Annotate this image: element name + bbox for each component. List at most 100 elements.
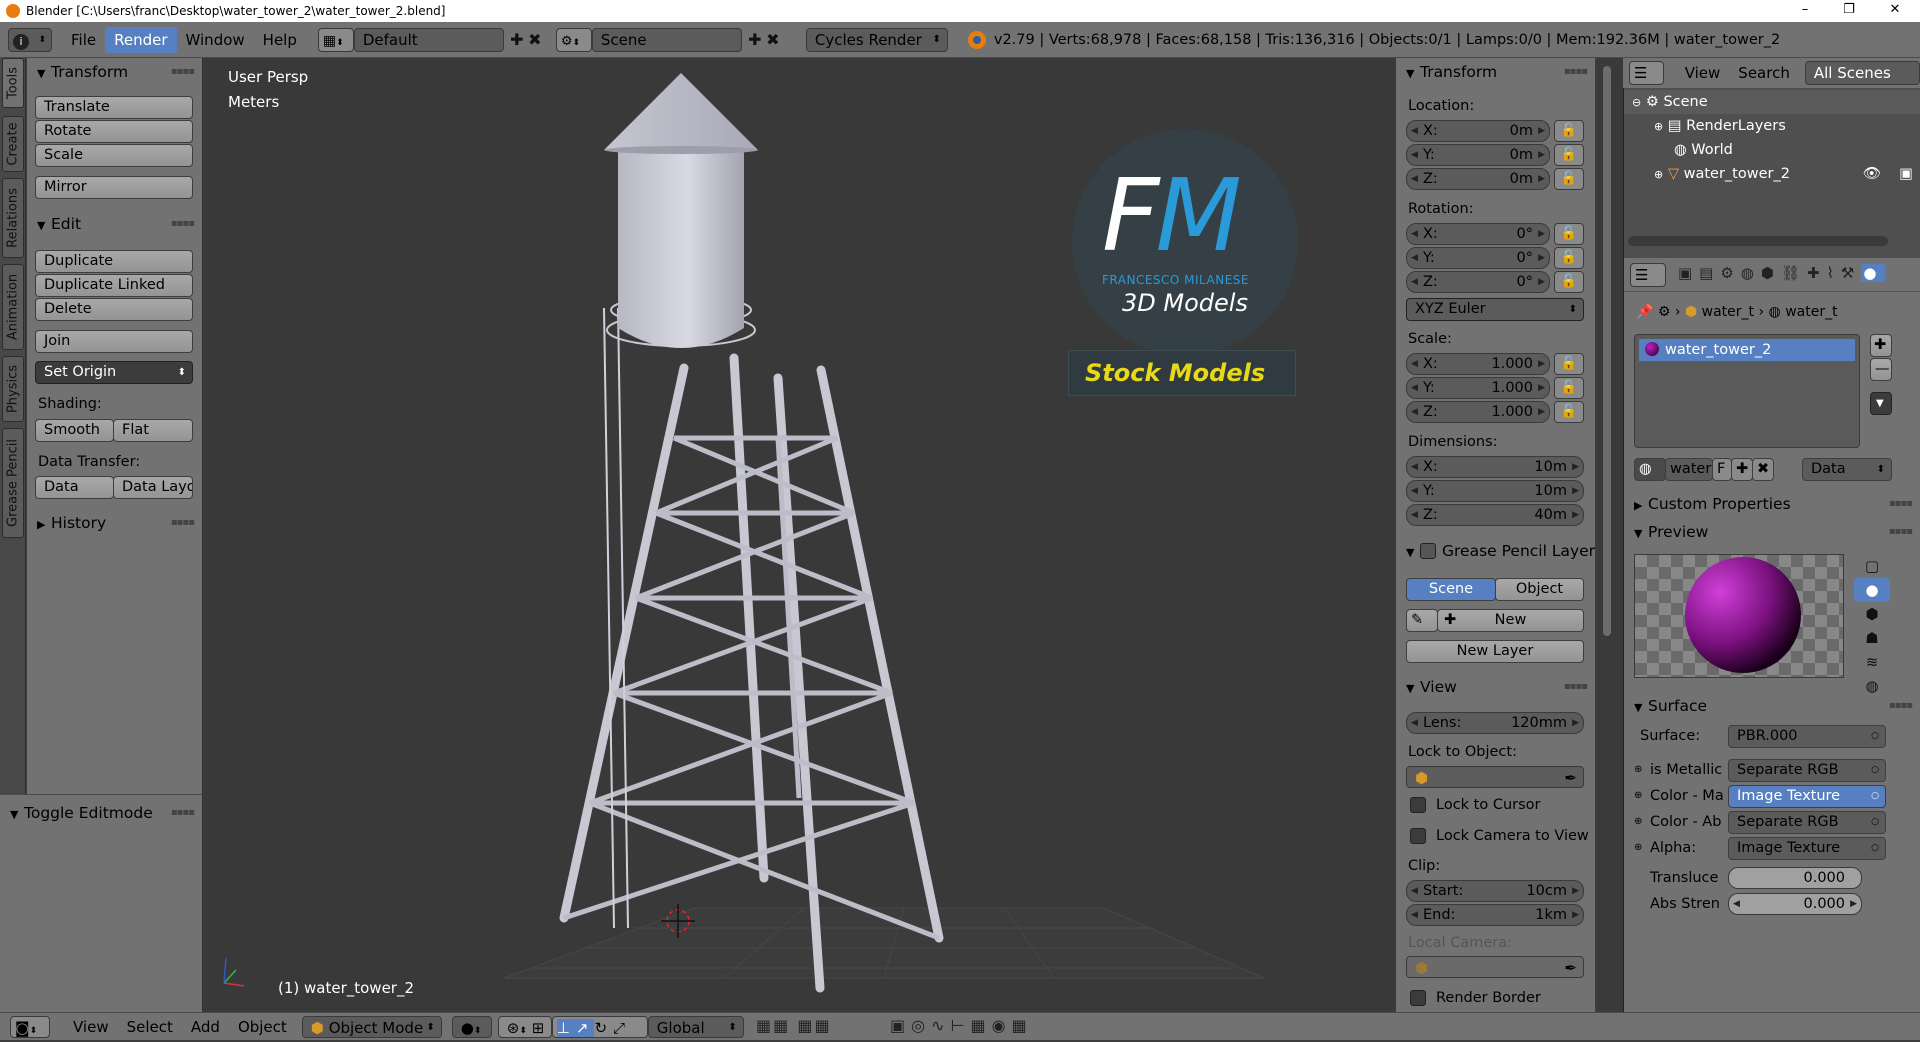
translucence-field[interactable]: 0.000 [1728,867,1862,889]
location-y-field[interactable]: ◀ Y: 0m ▶ [1406,144,1550,166]
region-scrollbar[interactable] [1597,58,1623,1012]
add-screen-icon[interactable]: ✚ [508,30,526,49]
link-mode-dropdown[interactable]: Data ⬍ [1802,458,1892,481]
gp-new-button[interactable]: ✚ New [1437,609,1584,632]
transform-panel-header[interactable]: ▼ Transform ▪▪▪▪ [27,60,202,84]
outliner-editor-type-button[interactable]: ☰ [1629,61,1664,85]
preview-type-buttons[interactable]: ▢ ● ⬢ ☗ ≋ ◍ [1854,554,1890,695]
menu-view[interactable]: View [64,1014,118,1040]
expand-icon[interactable]: ⊕ [1634,790,1642,801]
gp-scene-button[interactable]: Scene [1406,578,1496,601]
menu-object[interactable]: Object [229,1014,296,1040]
join-button[interactable]: Join [35,330,193,353]
mode-dropdown[interactable]: ⬢ Object Mode ⬍ [301,1015,442,1038]
tab-create[interactable]: Create [2,116,24,172]
remove-scene-icon[interactable]: ✖ [764,30,782,49]
outliner-item-scene[interactable]: ⊖ ⚙ Scene [1624,90,1920,114]
surface-header[interactable]: ▼ Surface ▪▪▪▪ [1624,694,1920,718]
render-border-checkbox[interactable] [1410,990,1426,1006]
add-scene-icon[interactable]: ✚ [746,30,764,49]
snap-and-render-buttons[interactable]: ▣◎∿⊢▦◉▦ [890,1016,1033,1038]
set-origin-dropdown[interactable]: Set Origin ⬍ [35,361,193,384]
gp-new-layer-button[interactable]: New Layer [1406,640,1584,663]
menu-help[interactable]: Help [254,27,306,53]
lock-to-cursor-checkbox[interactable] [1410,797,1426,813]
lock-object-field[interactable]: ⬢ ✒ [1406,766,1584,788]
menu-select[interactable]: Select [118,1014,182,1040]
menu-render[interactable]: Render [105,26,177,53]
data-button[interactable]: Data [35,476,114,499]
menu-window[interactable]: Window [177,27,254,53]
gp-object-button[interactable]: Object [1495,578,1584,601]
manipulator-buttons[interactable]: ⊥↗↻⤢ [551,1015,648,1038]
lock-icon[interactable]: 🔓 [1554,223,1584,245]
grease-pencil-layer-header[interactable]: ▼ Grease Pencil Layer [1396,539,1595,563]
scale-z-field[interactable]: ◀ Z: 1.000 ▶ [1406,401,1550,423]
add-slot-icon[interactable]: ✚ [1870,334,1892,357]
tab-tools[interactable]: Tools [2,58,24,108]
mirror-button[interactable]: Mirror [35,176,193,199]
outliner-item-renderlayers[interactable]: ⊕ ▤ RenderLayers [1624,114,1920,138]
lock-icon[interactable]: 🔓 [1554,120,1584,142]
fake-user-button[interactable]: F [1712,458,1732,481]
layer-buttons[interactable]: ▦▦ ▦▦ [756,1016,832,1038]
expand-icon[interactable]: ⊕ [1634,842,1642,853]
preview-header[interactable]: ▼ Preview ▪▪▪▪ [1624,520,1920,544]
expand-icon[interactable]: ⊕ [1634,764,1642,775]
location-x-field[interactable]: ◀ X: 0m ▶ [1406,120,1550,142]
outliner-scrollbar[interactable] [1628,236,1888,246]
dimension-x-field[interactable]: ◀ X: 10m ▶ [1406,456,1584,478]
transform-orientation-dropdown[interactable]: Global ⬍ [647,1015,744,1038]
clip-start-field[interactable]: ◀ Start: 10cm ▶ [1406,880,1584,902]
lock-icon[interactable]: 🔓 [1554,353,1584,375]
toggle-editmode-header[interactable]: ▼ Toggle Editmode ▪▪▪▪ [0,801,202,825]
history-panel-header[interactable]: ▶ History ▪▪▪▪ [27,511,202,535]
dimension-z-field[interactable]: ◀ Z: 40m ▶ [1406,504,1584,526]
tab-grease-pencil[interactable]: Grease Pencil [2,428,24,538]
local-camera-field[interactable]: ⬢ ✒ [1406,956,1584,978]
n-view-header[interactable]: ▼ View ▪▪▪▪ [1396,675,1595,699]
properties-editor-type-button[interactable]: ☰ [1630,263,1666,287]
rotate-button[interactable]: Rotate [35,120,193,143]
dimension-y-field[interactable]: ◀ Y: 10m ▶ [1406,480,1584,502]
material-browse-icon[interactable]: ◍ [1634,458,1666,481]
tab-animation[interactable]: Animation [2,264,24,350]
outliner-filter-dropdown[interactable]: All Scenes [1804,61,1920,85]
remove-slot-icon[interactable]: — [1870,358,1892,381]
delete-button[interactable]: Delete [35,298,193,321]
duplicate-button[interactable]: Duplicate [35,250,193,273]
rotation-mode-dropdown[interactable]: XYZ Euler ⬍ [1406,298,1584,321]
outliner-search-menu[interactable]: Search [1729,60,1799,86]
location-z-field[interactable]: ◀ Z: 0m ▶ [1406,168,1550,190]
minimize-button[interactable]: – [1782,0,1828,22]
viewport-shading-dropdown[interactable]: ●⬍ [451,1015,492,1038]
material-slot-item[interactable]: water_tower_2 [1639,339,1855,361]
scene-field[interactable]: Scene [591,27,742,52]
pencil-icon[interactable]: ✎ [1406,609,1438,632]
smooth-button[interactable]: Smooth [35,419,114,442]
3d-viewport[interactable]: User Persp Meters FM FRANCESCO MILANESE … [204,58,1394,1012]
pivot-point-dropdown[interactable]: ⊛⬍ ⊞ [497,1015,552,1038]
surface-node-dropdown[interactable]: PBR.000 ○ [1728,725,1886,748]
scale-x-field[interactable]: ◀ X: 1.000 ▶ [1406,353,1550,375]
custom-properties-header[interactable]: ▶ Custom Properties ▪▪▪▪ [1624,492,1920,516]
lock-icon[interactable]: 🔓 [1554,271,1584,293]
lock-icon[interactable]: 🔓 [1554,168,1584,190]
screen-layout-field[interactable]: Default [353,27,504,52]
expand-icon[interactable]: ⊕ [1634,816,1642,827]
lock-icon[interactable]: 🔓 [1554,377,1584,399]
render-engine-dropdown[interactable]: Cycles Render ⬍ [805,27,948,52]
edit-panel-header[interactable]: ▼ Edit ▪▪▪▪ [27,212,202,236]
input-node-alpha[interactable]: Image Texture ○ [1728,837,1886,860]
n-transform-header[interactable]: ▼ Transform ▪▪▪▪ [1396,60,1595,84]
slot-menu-icon[interactable]: ▼ [1870,392,1892,415]
abs-strength-field[interactable]: ◀ 0.000 ▶ [1728,893,1862,915]
clip-end-field[interactable]: ◀ End: 1km ▶ [1406,904,1584,926]
menu-file[interactable]: File [62,27,105,53]
editor-type-selector[interactable]: i ⬍ [8,27,52,52]
rotation-x-field[interactable]: ◀ X: 0° ▶ [1406,223,1550,245]
duplicate-linked-button[interactable]: Duplicate Linked [35,274,193,297]
material-name-field[interactable]: water [1665,458,1713,481]
lens-field[interactable]: ◀ Lens: 120mm ▶ [1406,712,1584,734]
unlink-material-icon[interactable]: ✖ [1752,458,1774,481]
